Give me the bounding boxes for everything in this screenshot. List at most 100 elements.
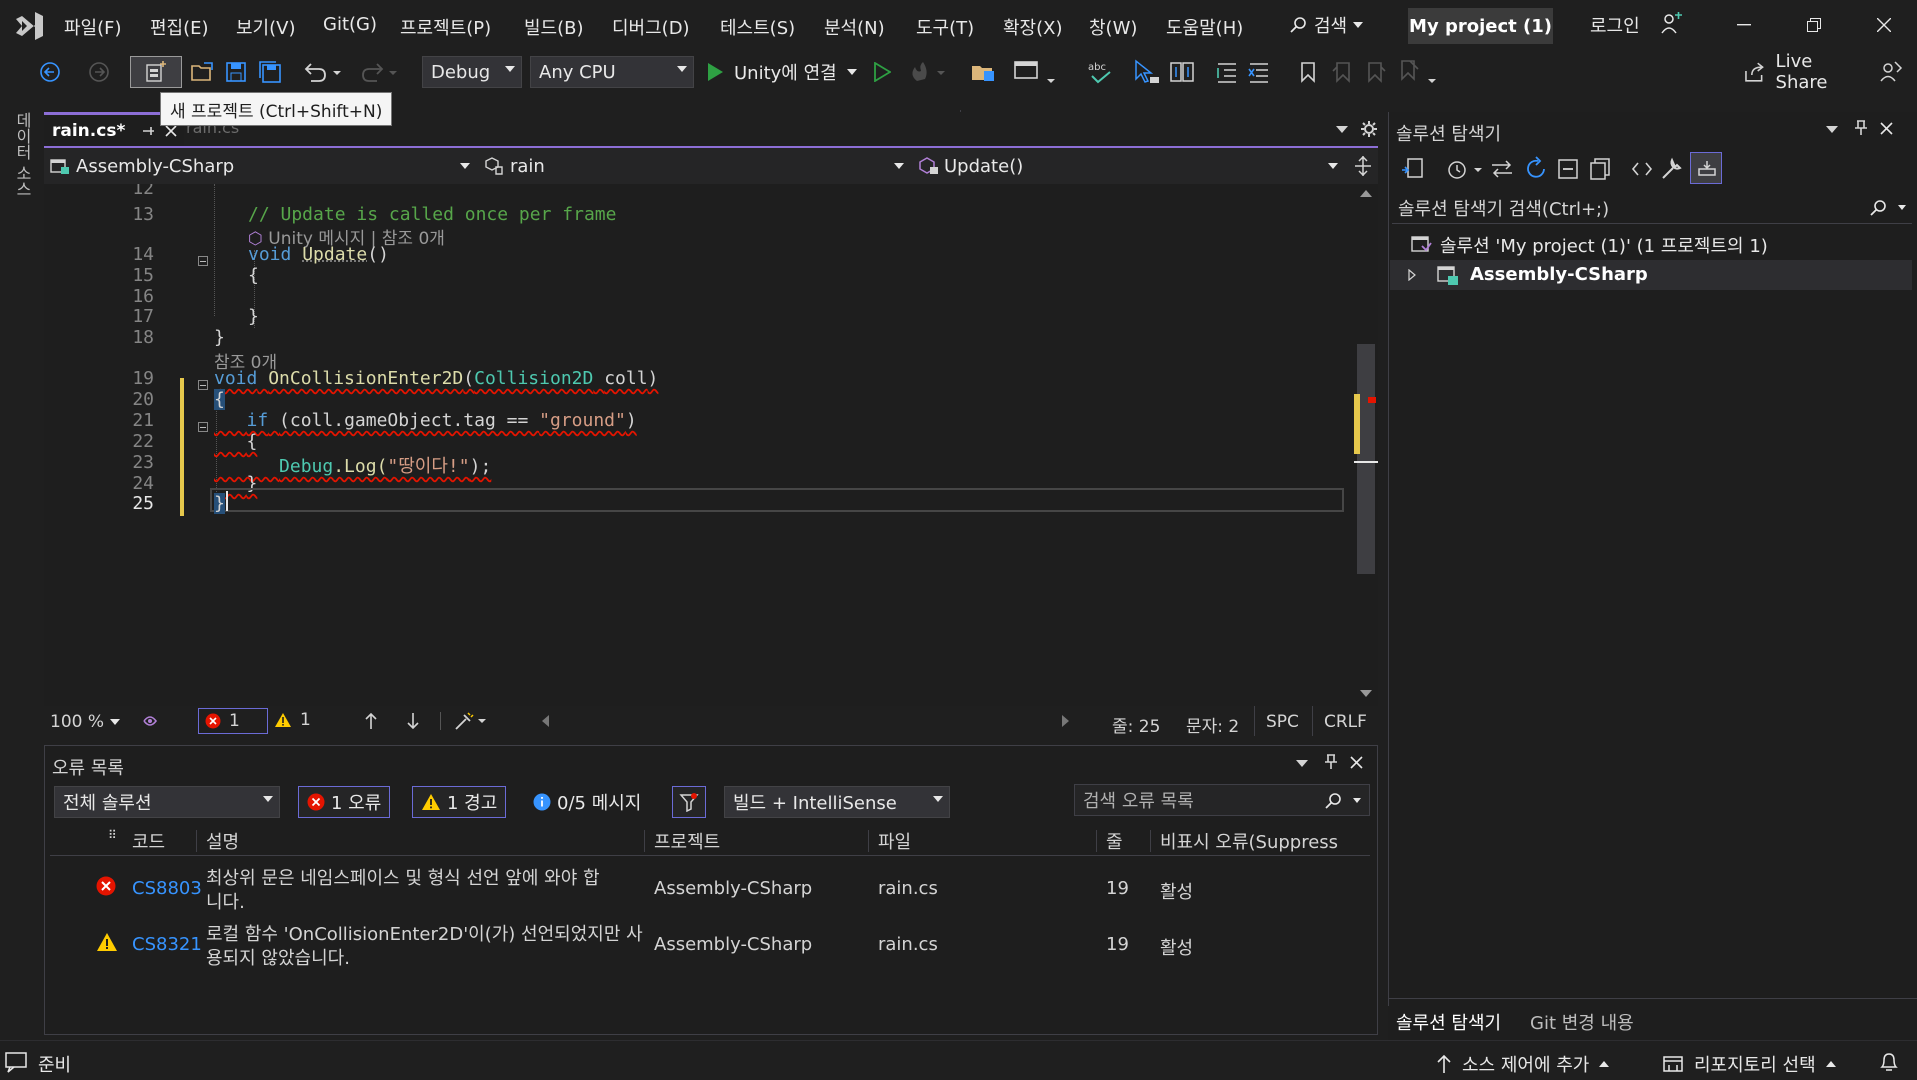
error-row[interactable]: CS8803 최상위 문은 네임스페이스 및 형식 선언 앞에 와야 합 니다. As…: [50, 860, 1370, 914]
arrow-down-icon[interactable]: [406, 712, 420, 730]
switch-views-icon[interactable]: [1400, 156, 1426, 182]
split-editor-icon[interactable]: [1354, 156, 1372, 176]
close-icon[interactable]: [1880, 122, 1893, 135]
menu-item[interactable]: 보기(V): [236, 14, 295, 40]
menu-item[interactable]: 도구(T): [916, 14, 974, 40]
editor-vertical-scrollbar[interactable]: [1354, 184, 1378, 704]
warnings-filter-toggle[interactable]: 1 경고: [412, 786, 507, 818]
scroll-up-icon[interactable]: [1360, 190, 1372, 197]
configuration-dropdown[interactable]: Debug: [422, 56, 522, 88]
column-header[interactable]: 비표시 오류(Suppress: [1160, 828, 1338, 854]
class-view-icon[interactable]: [1166, 56, 1198, 88]
save-all-icon[interactable]: [256, 56, 284, 88]
uncomment-lines-icon[interactable]: [1244, 56, 1274, 88]
messages-filter-toggle[interactable]: 0/5 메시지: [524, 786, 650, 818]
refresh-icon[interactable]: [1524, 156, 1548, 182]
expand-chevron-icon[interactable]: [1408, 269, 1416, 281]
errors-filter-toggle[interactable]: 1 오류: [298, 786, 391, 818]
menu-item[interactable]: 디버그(D): [612, 14, 690, 40]
layout-icon[interactable]: [1012, 56, 1058, 88]
menu-item[interactable]: 테스트(S): [720, 14, 795, 40]
global-search[interactable]: 검색: [1290, 11, 1364, 39]
live-share-button[interactable]: Live Share: [1744, 51, 1868, 93]
gear-icon[interactable]: [1360, 120, 1378, 138]
pointer-select-icon[interactable]: [1130, 56, 1162, 88]
member-nav-dropdown[interactable]: Update(): [918, 151, 1346, 181]
project-nav-dropdown[interactable]: Assembly-CSharp: [50, 151, 478, 181]
scroll-thumb[interactable]: [1357, 344, 1375, 574]
close-window-button[interactable]: [1864, 8, 1904, 42]
column-header[interactable]: 줄: [1106, 828, 1123, 854]
menu-item[interactable]: 편집(E): [150, 14, 209, 40]
class-nav-dropdown[interactable]: rain: [484, 151, 912, 181]
menu-item[interactable]: 분석(N): [824, 14, 885, 40]
warning-count-button[interactable]: 1: [274, 710, 311, 730]
account-icon[interactable]: [1660, 12, 1684, 36]
tab-overflow-chevron-icon[interactable]: [1336, 126, 1348, 133]
intellicode-icon[interactable]: [140, 711, 160, 731]
tab-git-changes[interactable]: Git 변경 내용: [1530, 1006, 1634, 1035]
hot-reload-icon[interactable]: [904, 56, 950, 88]
view-code-icon[interactable]: [1630, 156, 1654, 182]
pending-changes-filter-icon[interactable]: [1446, 156, 1486, 182]
panel-options-chevron-icon[interactable]: [1826, 126, 1838, 133]
error-code-link[interactable]: CS8321: [132, 934, 202, 955]
collapse-icon[interactable]: [198, 422, 208, 432]
undo-button[interactable]: [300, 56, 346, 88]
build-source-dropdown[interactable]: 빌드 + IntelliSense: [724, 786, 950, 818]
attach-unity-button[interactable]: Unity에 연결: [706, 56, 866, 88]
output-icon[interactable]: [4, 1051, 28, 1073]
new-project-button[interactable]: [130, 56, 182, 88]
properties-wrench-icon[interactable]: [1660, 156, 1684, 182]
pin-icon[interactable]: [141, 124, 155, 138]
scroll-right-icon[interactable]: [1062, 715, 1069, 727]
code-cleanup-icon[interactable]: [454, 711, 488, 731]
line-indicator[interactable]: 줄: 25: [1112, 712, 1160, 737]
close-icon[interactable]: [165, 124, 177, 137]
column-header[interactable]: 파일: [878, 828, 911, 854]
tab-solution-explorer[interactable]: 솔루션 탐색기: [1388, 1006, 1518, 1042]
column-chooser-icon[interactable]: ⠿: [108, 828, 117, 842]
project-node-row[interactable]: Assembly-CSharp: [1390, 260, 1912, 290]
preview-selected-items-button[interactable]: [1690, 152, 1722, 184]
feedback-icon[interactable]: [1876, 56, 1906, 88]
column-header[interactable]: 코드: [132, 828, 165, 854]
column-header[interactable]: 프로젝트: [654, 828, 720, 854]
back-button[interactable]: [30, 56, 70, 88]
forward-button[interactable]: [84, 56, 114, 88]
restore-button[interactable]: [1794, 8, 1834, 42]
menu-item[interactable]: 프로젝트(P): [400, 14, 491, 40]
whitespace-indicator[interactable]: SPC: [1266, 712, 1299, 732]
redo-button[interactable]: [356, 56, 402, 88]
show-all-files-icon[interactable]: [1588, 156, 1612, 182]
bookmark-icon[interactable]: [1294, 56, 1322, 88]
error-count-button[interactable]: 1: [198, 708, 268, 734]
prev-bookmark-icon[interactable]: [1328, 56, 1356, 88]
scroll-left-icon[interactable]: [542, 715, 549, 727]
solution-search-input[interactable]: 솔루션 탐색기 검색(Ctrl+;): [1392, 192, 1912, 224]
login-link[interactable]: 로그인: [1590, 12, 1640, 38]
menu-item[interactable]: 도움말(H): [1166, 14, 1243, 40]
line-ending-indicator[interactable]: CRLF: [1324, 712, 1367, 732]
code-text-area[interactable]: 12 13 14 15 16 17 18 19 20 21 22 23 24 25 // Update i…: [44, 184, 1354, 704]
collapse-icon[interactable]: [198, 256, 208, 266]
start-without-debugging-icon[interactable]: [868, 56, 896, 88]
minimize-button[interactable]: [1724, 8, 1764, 42]
clear-bookmarks-icon[interactable]: [1396, 56, 1440, 88]
collapse-icon[interactable]: [198, 380, 208, 390]
menu-item[interactable]: 창(W): [1089, 14, 1137, 40]
comment-lines-icon[interactable]: [1212, 56, 1242, 88]
scope-dropdown[interactable]: 전체 솔루션: [54, 786, 280, 818]
arrow-up-icon[interactable]: [364, 712, 378, 730]
platform-dropdown[interactable]: Any CPU: [530, 56, 694, 88]
menu-item[interactable]: 파일(F): [64, 14, 122, 40]
panel-options-chevron-icon[interactable]: [1296, 760, 1308, 767]
solution-folder-icon[interactable]: [968, 56, 998, 88]
collapse-all-icon[interactable]: [1556, 156, 1580, 182]
add-to-source-control-button[interactable]: 소스 제어에 추가: [1436, 1051, 1610, 1077]
error-search-input[interactable]: 검색 오류 목록: [1074, 784, 1370, 816]
close-icon[interactable]: [1350, 756, 1363, 769]
error-row[interactable]: CS8321 로컬 함수 'OnCollisionEnter2D'이(가) 선언되…: [50, 916, 1370, 970]
filter-toggle-button[interactable]: [672, 786, 706, 818]
next-bookmark-icon[interactable]: [1362, 56, 1390, 88]
